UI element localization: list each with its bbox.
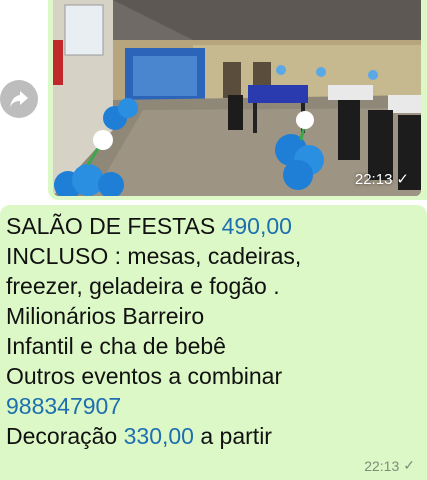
decoration-suffix: a partir — [193, 423, 272, 449]
party-hall-photo[interactable]: 22:13 ✓ — [53, 0, 421, 196]
message-line-4: Milionários Barreiro — [6, 303, 205, 329]
message-line-8: Decoração 330,00 a partir — [6, 421, 416, 451]
image-timestamp: 22:13 ✓ — [354, 170, 409, 189]
message-line-5: Infantil e cha de bebê — [6, 333, 226, 359]
text-message-bubble: SALÃO DE FESTAS 490,00 INCLUSO : mesas, … — [0, 205, 427, 480]
image-time-label: 22:13 — [354, 170, 393, 188]
text-timestamp: 22:13 ✓ — [364, 457, 415, 474]
forward-button[interactable] — [0, 80, 38, 118]
phone-number-link[interactable]: 988347907 — [6, 391, 416, 421]
message-line-1: SALÃO DE FESTAS 490,00 — [6, 211, 416, 241]
message-line-2: INCLUSO : mesas, cadeiras, — [6, 243, 302, 269]
decoration-label: Decoração — [6, 423, 124, 449]
hall-label: SALÃO DE FESTAS — [6, 213, 222, 239]
text-time-label: 22:13 — [364, 457, 400, 474]
forward-arrow-icon — [10, 91, 28, 107]
message-line-3: freezer, geladeira e fogão . — [6, 273, 280, 299]
sent-check-icon: ✓ — [396, 171, 409, 188]
sent-check-icon: ✓ — [403, 457, 415, 473]
message-body: SALÃO DE FESTAS 490,00 INCLUSO : mesas, … — [6, 211, 416, 451]
decoration-price[interactable]: 330,00 — [124, 423, 194, 449]
message-line-6: Outros eventos a combinar — [6, 363, 283, 389]
hall-price[interactable]: 490,00 — [222, 213, 292, 239]
party-hall-image — [53, 0, 421, 196]
